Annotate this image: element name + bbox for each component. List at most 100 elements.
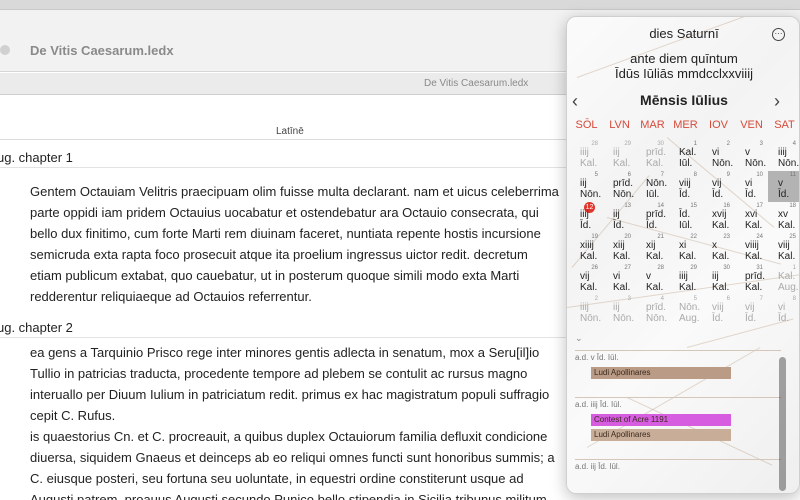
paragraph[interactable]: is quaestorius Cn. et C. procreauit, a q… xyxy=(30,426,570,500)
calendar-day[interactable]: 8 viij Īd. xyxy=(669,171,702,202)
roman-date-line-2: Nōn. xyxy=(745,158,767,169)
calendar-day[interactable]: 3 v Nōn. xyxy=(735,140,768,171)
roman-date-line-2: Kal. xyxy=(745,282,763,293)
calendar-day[interactable]: 24 viiij Kal. xyxy=(735,233,768,264)
roman-date-line-1: viij xyxy=(679,178,691,189)
calendar-day[interactable]: 9 vij Īd. xyxy=(702,171,735,202)
calendar-day[interactable]: 4 prīd. Nōn. xyxy=(636,295,669,326)
calendar-day[interactable]: 31 prīd. Kal. xyxy=(735,264,768,295)
calendar-day[interactable]: 10 vi Īd. xyxy=(735,171,768,202)
day-number: 3 xyxy=(627,296,631,302)
paragraph[interactable]: Gentem Octauiam Velitris praecipuam olim… xyxy=(30,181,570,307)
calendar-day[interactable]: 18 xv Kal. xyxy=(768,202,799,233)
roman-date-line-2: Īd. xyxy=(778,189,790,200)
calendar-day[interactable]: 4 iiij Nōn. xyxy=(768,140,800,171)
event-item[interactable]: Ludi Apollinares xyxy=(591,429,731,441)
calendar-day[interactable]: 11 v Īd. xyxy=(768,171,799,202)
paragraph-line: bello dux finitimo, cum forte Marti rem … xyxy=(30,226,541,241)
weekday-label: MER xyxy=(673,119,698,131)
calendar-day[interactable]: 14 prīd. Īd. xyxy=(636,202,669,233)
calendar-day[interactable]: 29 iiij Kal. xyxy=(669,264,702,295)
calendar-day[interactable]: 1 Kal. Aug. xyxy=(768,264,799,295)
calendar-day[interactable]: 7 vij Īd. xyxy=(735,295,768,326)
day-number: 13 xyxy=(624,203,631,209)
calendar-day[interactable]: 22 xi Kal. xyxy=(669,233,702,264)
calendar-day[interactable]: 17 xvi Kal. xyxy=(735,202,768,233)
calendar-day[interactable]: 2 vi Nōn. xyxy=(702,140,735,171)
ellipsis-circle-icon[interactable]: ··· xyxy=(772,28,785,41)
calendar-day[interactable]: 19 xiiij Kal. xyxy=(570,233,603,264)
roman-date-line-1: prīd. xyxy=(745,271,766,282)
calendar-day[interactable]: 6 viij Īd. xyxy=(702,295,735,326)
calendar-day[interactable]: 20 xiij Kal. xyxy=(603,233,636,264)
roman-date-line-2: Kal. xyxy=(679,282,697,293)
calendar-day[interactable]: 25 viij Kal. xyxy=(768,233,799,264)
calendar-day[interactable]: 21 xij Kal. xyxy=(636,233,669,264)
event-item[interactable]: Contest of Acre 1191 xyxy=(591,414,731,426)
calendar-day[interactable]: 8 vi Īd. xyxy=(768,295,799,326)
calendar-day[interactable]: 7 Nōn. Iūl. xyxy=(636,171,669,202)
roman-date-line-2: Nōn. xyxy=(580,313,602,324)
day-number: 7 xyxy=(759,296,763,302)
calendar-day[interactable]: 26 vij Kal. xyxy=(570,264,603,295)
calendar-day[interactable]: 6 prīd. Nōn. xyxy=(603,171,636,202)
roman-date-line-2: Kal. xyxy=(613,158,631,169)
calendar-day[interactable]: 2 iiij Nōn. xyxy=(570,295,603,326)
day-number: 23 xyxy=(723,234,730,240)
roman-date-line-1: Kal. xyxy=(778,271,796,282)
event-date-header: a.d. iij Īd. Iūl. xyxy=(575,462,620,471)
chapter-title[interactable]: ug. chapter 1 xyxy=(0,150,73,165)
calendar-day[interactable]: 1 Kal. Iūl. xyxy=(669,140,702,171)
roman-date-line-2: Īd. xyxy=(613,220,625,231)
date-line-2: Īdūs Iūliās mmdcclxxviiij xyxy=(615,66,753,81)
paragraph-line: Augusti patrem. proauus Augusti secundo … xyxy=(30,492,547,500)
calendar-day[interactable]: 28 iiij Kal. xyxy=(570,140,603,171)
roman-date-line-1: iij xyxy=(580,178,587,189)
calendar-day[interactable]: 29 iij Kal. xyxy=(603,140,636,171)
paragraph-line: interuallo per Diuum Iulium in patriciat… xyxy=(30,387,550,402)
calendar-day[interactable]: 30 iij Kal. xyxy=(702,264,735,295)
day-number: 28 xyxy=(657,265,664,271)
day-number: 8 xyxy=(693,172,697,178)
roman-date-line-2: Nōn. xyxy=(778,158,800,169)
calendar-day[interactable]: 15 Īd. Iūl. xyxy=(669,202,702,233)
paragraph-line: etiam publicum extabat, quo cauebatur, u… xyxy=(30,268,520,283)
paragraph[interactable]: ea gens a Tarquinio Prisco rege inter mi… xyxy=(30,342,570,426)
roman-date-line-2: Kal. xyxy=(613,251,631,262)
day-number: 28 xyxy=(591,141,598,147)
roman-date-line-1: viiij xyxy=(745,240,759,251)
calendar-day[interactable]: 27 vi Kal. xyxy=(603,264,636,295)
event-item[interactable]: Ludi Apollinares xyxy=(591,367,731,379)
roman-date-line-2: Kal. xyxy=(580,282,598,293)
calendar-day[interactable]: 5 iij Nōn. xyxy=(570,171,603,202)
day-number: 11 xyxy=(789,172,796,178)
chevron-down-icon[interactable]: ⌄ xyxy=(575,333,583,344)
event-date-header: a.d. iiij Īd. Iūl. xyxy=(575,400,622,409)
tab-title[interactable]: De Vitis Caesarum.ledx xyxy=(424,78,528,89)
calendar-day[interactable]: 5 Nōn. Aug. xyxy=(669,295,702,326)
roman-date-line-2: Īd. xyxy=(745,313,757,324)
weekday-name: dies Saturnī xyxy=(649,26,719,41)
roman-date-line-1: vi xyxy=(712,147,720,158)
calendar-day[interactable]: 23 x Kal. xyxy=(702,233,735,264)
calendar-popover: dies Saturnī ··· ante diem quīntum Īdūs … xyxy=(566,16,800,494)
calendar-day[interactable]: 28 v Kal. xyxy=(636,264,669,295)
day-number: 17 xyxy=(756,203,763,209)
calendar-day[interactable]: 13 iij Īd. xyxy=(603,202,636,233)
chevron-right-icon[interactable]: › xyxy=(774,91,780,112)
event-divider xyxy=(575,459,781,460)
day-number: 9 xyxy=(726,172,730,178)
roman-date-line-1: vij xyxy=(712,178,722,189)
chapter-title[interactable]: ug. chapter 2 xyxy=(0,320,73,335)
calendar-day[interactable]: 3 iij Nōn. xyxy=(603,295,636,326)
window-close-button[interactable] xyxy=(0,45,10,55)
roman-date-line-1: v xyxy=(778,178,783,189)
calendar-day[interactable]: 16 xvij Kal. xyxy=(702,202,735,233)
roman-date-line-1: iiij xyxy=(580,147,589,158)
paragraph-line: C. eiusque posteri, seu fortuna seu uolu… xyxy=(30,471,524,486)
calendar-day[interactable]: 30 prīd. Kal. xyxy=(636,140,669,171)
calendar-day[interactable]: 12 iiij Īd. xyxy=(570,202,603,233)
events-scrollbar[interactable] xyxy=(779,357,786,491)
day-number: 6 xyxy=(726,296,730,302)
column-header-latin[interactable]: Latīnē xyxy=(276,126,304,137)
